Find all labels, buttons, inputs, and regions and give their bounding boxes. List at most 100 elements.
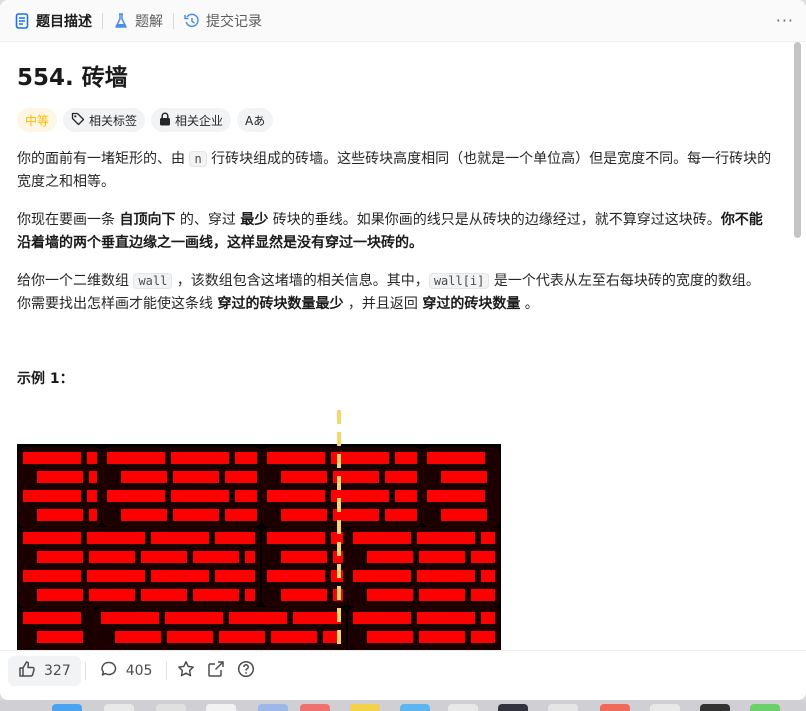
problem-description: 554. 砖墙 中等 相关标签 相关企业 Aあ 你的面前有一堵矩形的、由 n 行… (0, 42, 790, 650)
brick (267, 532, 325, 544)
brick (37, 589, 83, 601)
brick (481, 570, 495, 582)
divider (166, 661, 168, 680)
dock-app-icon[interactable] (448, 704, 478, 711)
brick (89, 509, 97, 521)
brick (353, 570, 411, 582)
tab-divider (102, 12, 103, 29)
brick (281, 509, 327, 521)
tab-divider (173, 12, 174, 29)
brick (417, 570, 475, 582)
brick (229, 612, 287, 624)
brick (419, 631, 465, 643)
dock-app-icon[interactable] (52, 704, 82, 711)
brick (395, 490, 417, 502)
brick (87, 570, 145, 582)
dock-app-icon[interactable] (104, 704, 134, 711)
brick (89, 471, 97, 483)
dock-app-icon[interactable] (750, 704, 780, 711)
dock-app-icon[interactable] (258, 704, 288, 711)
brick (395, 452, 417, 464)
example-heading: 示例 1： (17, 371, 74, 387)
dock-app-icon[interactable] (300, 704, 330, 711)
translate-icon: Aあ (245, 113, 266, 128)
brick (353, 612, 411, 624)
brick (225, 471, 257, 483)
brick (151, 570, 209, 582)
like-button[interactable]: 327 (8, 655, 81, 686)
inline-code: n (189, 151, 207, 167)
brick (89, 551, 135, 563)
brick (281, 589, 327, 601)
description-paragraph-3: 给你一个二维数组 wall ，该数组包含这堵墙的相关信息。其中， wall[i] … (17, 270, 773, 316)
text: ，该数组包含这堵墙的相关信息。其中， (172, 273, 429, 289)
brick (23, 570, 81, 582)
tab-solutions[interactable]: 题解 (105, 0, 171, 42)
tab-label: 提交记录 (206, 13, 262, 30)
dock-app-icon[interactable] (156, 704, 186, 711)
brick (385, 509, 417, 521)
text: ，并且返回 (343, 296, 423, 312)
text: 给你一个二维数组 (17, 273, 134, 289)
brick (245, 551, 255, 563)
question-icon (237, 660, 255, 682)
brick (87, 490, 97, 502)
brick (481, 612, 495, 624)
more-options-icon[interactable]: ··· (776, 11, 794, 30)
brick (281, 551, 327, 563)
dock-app-icon[interactable] (548, 704, 578, 711)
brick (171, 490, 229, 502)
dock-app-icon[interactable] (650, 704, 680, 711)
brick (441, 509, 487, 521)
brick (245, 589, 255, 601)
tab-submissions[interactable]: 提交记录 (176, 0, 270, 42)
dock-app-icon[interactable] (600, 704, 630, 711)
bold-text: 穿过的砖块数量 (422, 296, 521, 312)
brick (293, 612, 341, 624)
text: 的、穿过 (175, 212, 241, 228)
brick (167, 631, 213, 643)
brick (23, 612, 81, 624)
brick (215, 570, 255, 582)
brick (271, 631, 317, 643)
brick (419, 551, 465, 563)
brick (441, 471, 487, 483)
favorite-button[interactable] (171, 656, 201, 686)
help-button[interactable] (231, 656, 261, 686)
tag-icon (71, 112, 85, 129)
brick (267, 452, 325, 464)
dock-app-icon[interactable] (700, 704, 730, 711)
scrollbar-thumb[interactable] (794, 42, 801, 238)
brick (267, 570, 325, 582)
brick (87, 452, 97, 464)
flask-icon (113, 12, 129, 29)
text: 你现在要画一条 (17, 212, 120, 228)
tab-label: 题目描述 (36, 13, 92, 30)
brick (107, 490, 165, 502)
brick (471, 589, 495, 601)
brick (367, 631, 413, 643)
comments-button[interactable]: 405 (90, 656, 163, 686)
related-tags-label: 相关标签 (89, 113, 138, 128)
brick (193, 551, 239, 563)
dock-app-icon[interactable] (400, 704, 430, 711)
brick (427, 452, 485, 464)
related-companies-button[interactable]: 相关企业 (151, 108, 232, 132)
tab-description[interactable]: 题目描述 (0, 0, 100, 42)
related-tags-button[interactable]: 相关标签 (63, 108, 146, 132)
brick (215, 532, 255, 544)
translate-button[interactable]: Aあ (237, 108, 274, 132)
brick (141, 551, 187, 563)
dock-app-icon[interactable] (206, 704, 236, 711)
dock-app-icon[interactable] (498, 704, 528, 711)
brick (427, 490, 485, 502)
bold-text: 穿过的砖块数量最少 (217, 296, 344, 312)
brick (417, 532, 475, 544)
share-button[interactable] (201, 656, 231, 686)
dock-app-icon[interactable] (350, 704, 380, 711)
brick (367, 551, 413, 563)
brick (353, 532, 411, 544)
difficulty-badge[interactable]: 中等 (17, 108, 58, 132)
share-icon (207, 660, 225, 682)
brick (173, 509, 219, 521)
